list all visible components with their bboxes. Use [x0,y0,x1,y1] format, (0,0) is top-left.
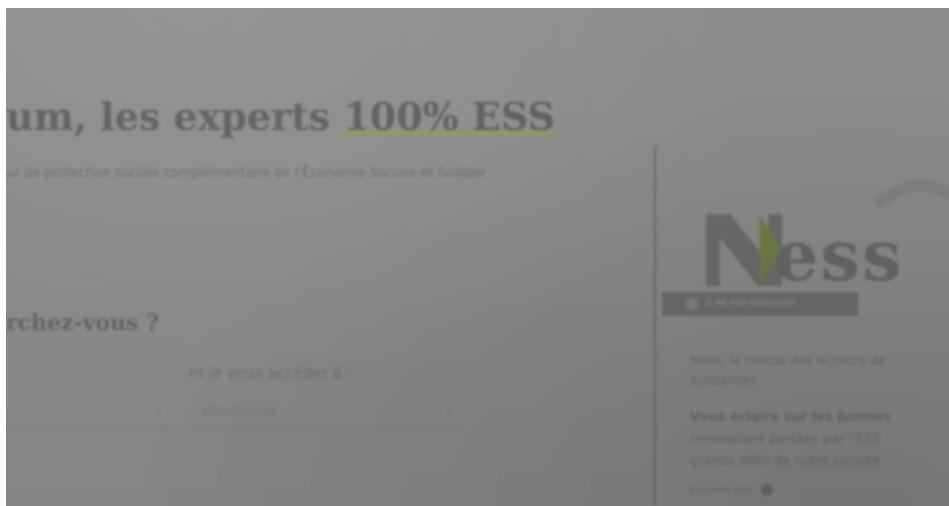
dimmed-page-overlay[interactable]: um, les experts 100% ESS ur de protectio… [6,8,949,506]
info-icon [686,298,698,310]
sidebar-bold-line1: Vous éclaire sur les bonnes [690,410,891,425]
search-heading: rchez-vous ? [6,310,159,336]
ness-logo[interactable]: ess [686,176,949,297]
profile-select[interactable]: ⌄ [6,396,174,427]
access-label: et je veux accéder à : [189,364,352,382]
ness-sidebar: ess À NE PAS MANQUER Ness, le média des … [654,146,949,506]
sidebar-intro-line1: Ness, le média des acteurs de [690,354,887,369]
hero-title: um, les experts 100% ESS [6,94,555,139]
plus-circle-icon [760,484,773,496]
sidebar-bold-line3: grands défis de notre société [690,454,880,469]
read-more-link[interactable]: En savoir plus [690,484,773,496]
sidebar-bold-line2: innovations portées par l'ESS [690,432,881,447]
pill-label: À NE PAS MANQUER [706,299,797,309]
chevron-down-icon: ⌄ [443,403,454,417]
read-more-label: En savoir plus [690,485,753,496]
hero-title-accent: 100% ESS [343,94,555,139]
chevron-down-icon: ⌄ [153,403,164,417]
access-select-value: sélectionnez [202,404,278,418]
hero-title-lead: um, les experts [6,94,344,139]
hero-subtitle: ur de protection sociale complémentaire … [6,166,487,181]
highlight-pill: À NE PAS MANQUER [662,292,858,316]
sidebar-intro-line2: solidarités [690,374,757,389]
ness-logo-letters: ess [774,214,904,297]
access-select[interactable]: sélectionnez ⌄ [190,396,464,427]
